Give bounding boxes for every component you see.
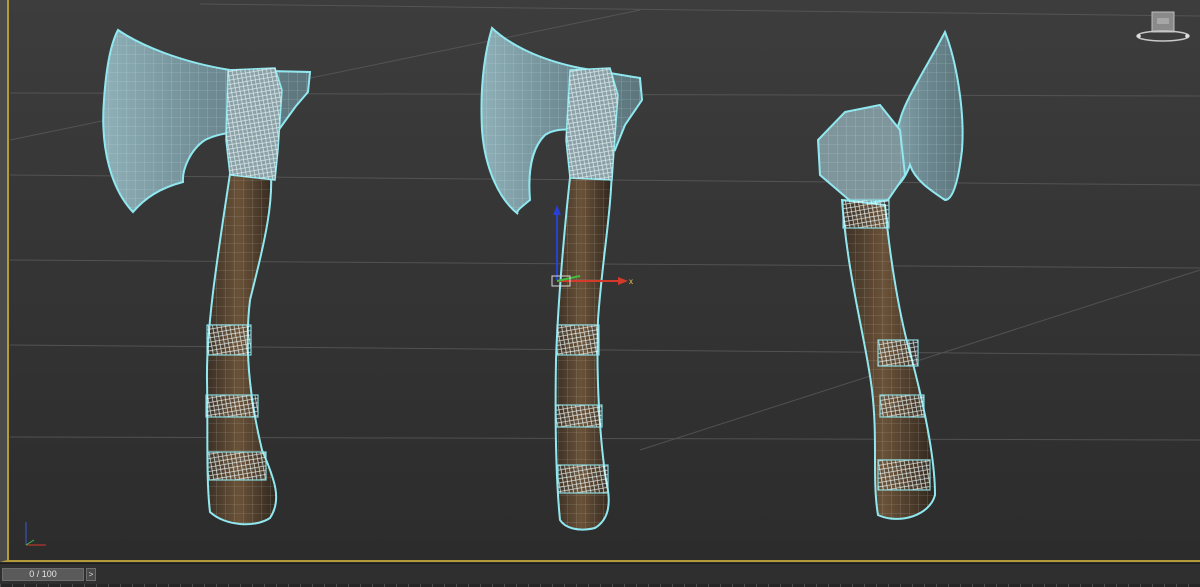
time-slider[interactable]: 0 / 100 [2, 568, 84, 581]
3d-app-window: x 0 / 100 > [0, 0, 1200, 587]
viewport-frame [0, 0, 1200, 562]
timeline-bar: 0 / 100 > [0, 563, 1200, 587]
perspective-viewport[interactable]: x [0, 0, 1200, 563]
active-viewport-highlight [7, 0, 9, 562]
viewcube-icon[interactable] [1135, 10, 1191, 44]
time-next-button[interactable]: > [86, 568, 96, 581]
